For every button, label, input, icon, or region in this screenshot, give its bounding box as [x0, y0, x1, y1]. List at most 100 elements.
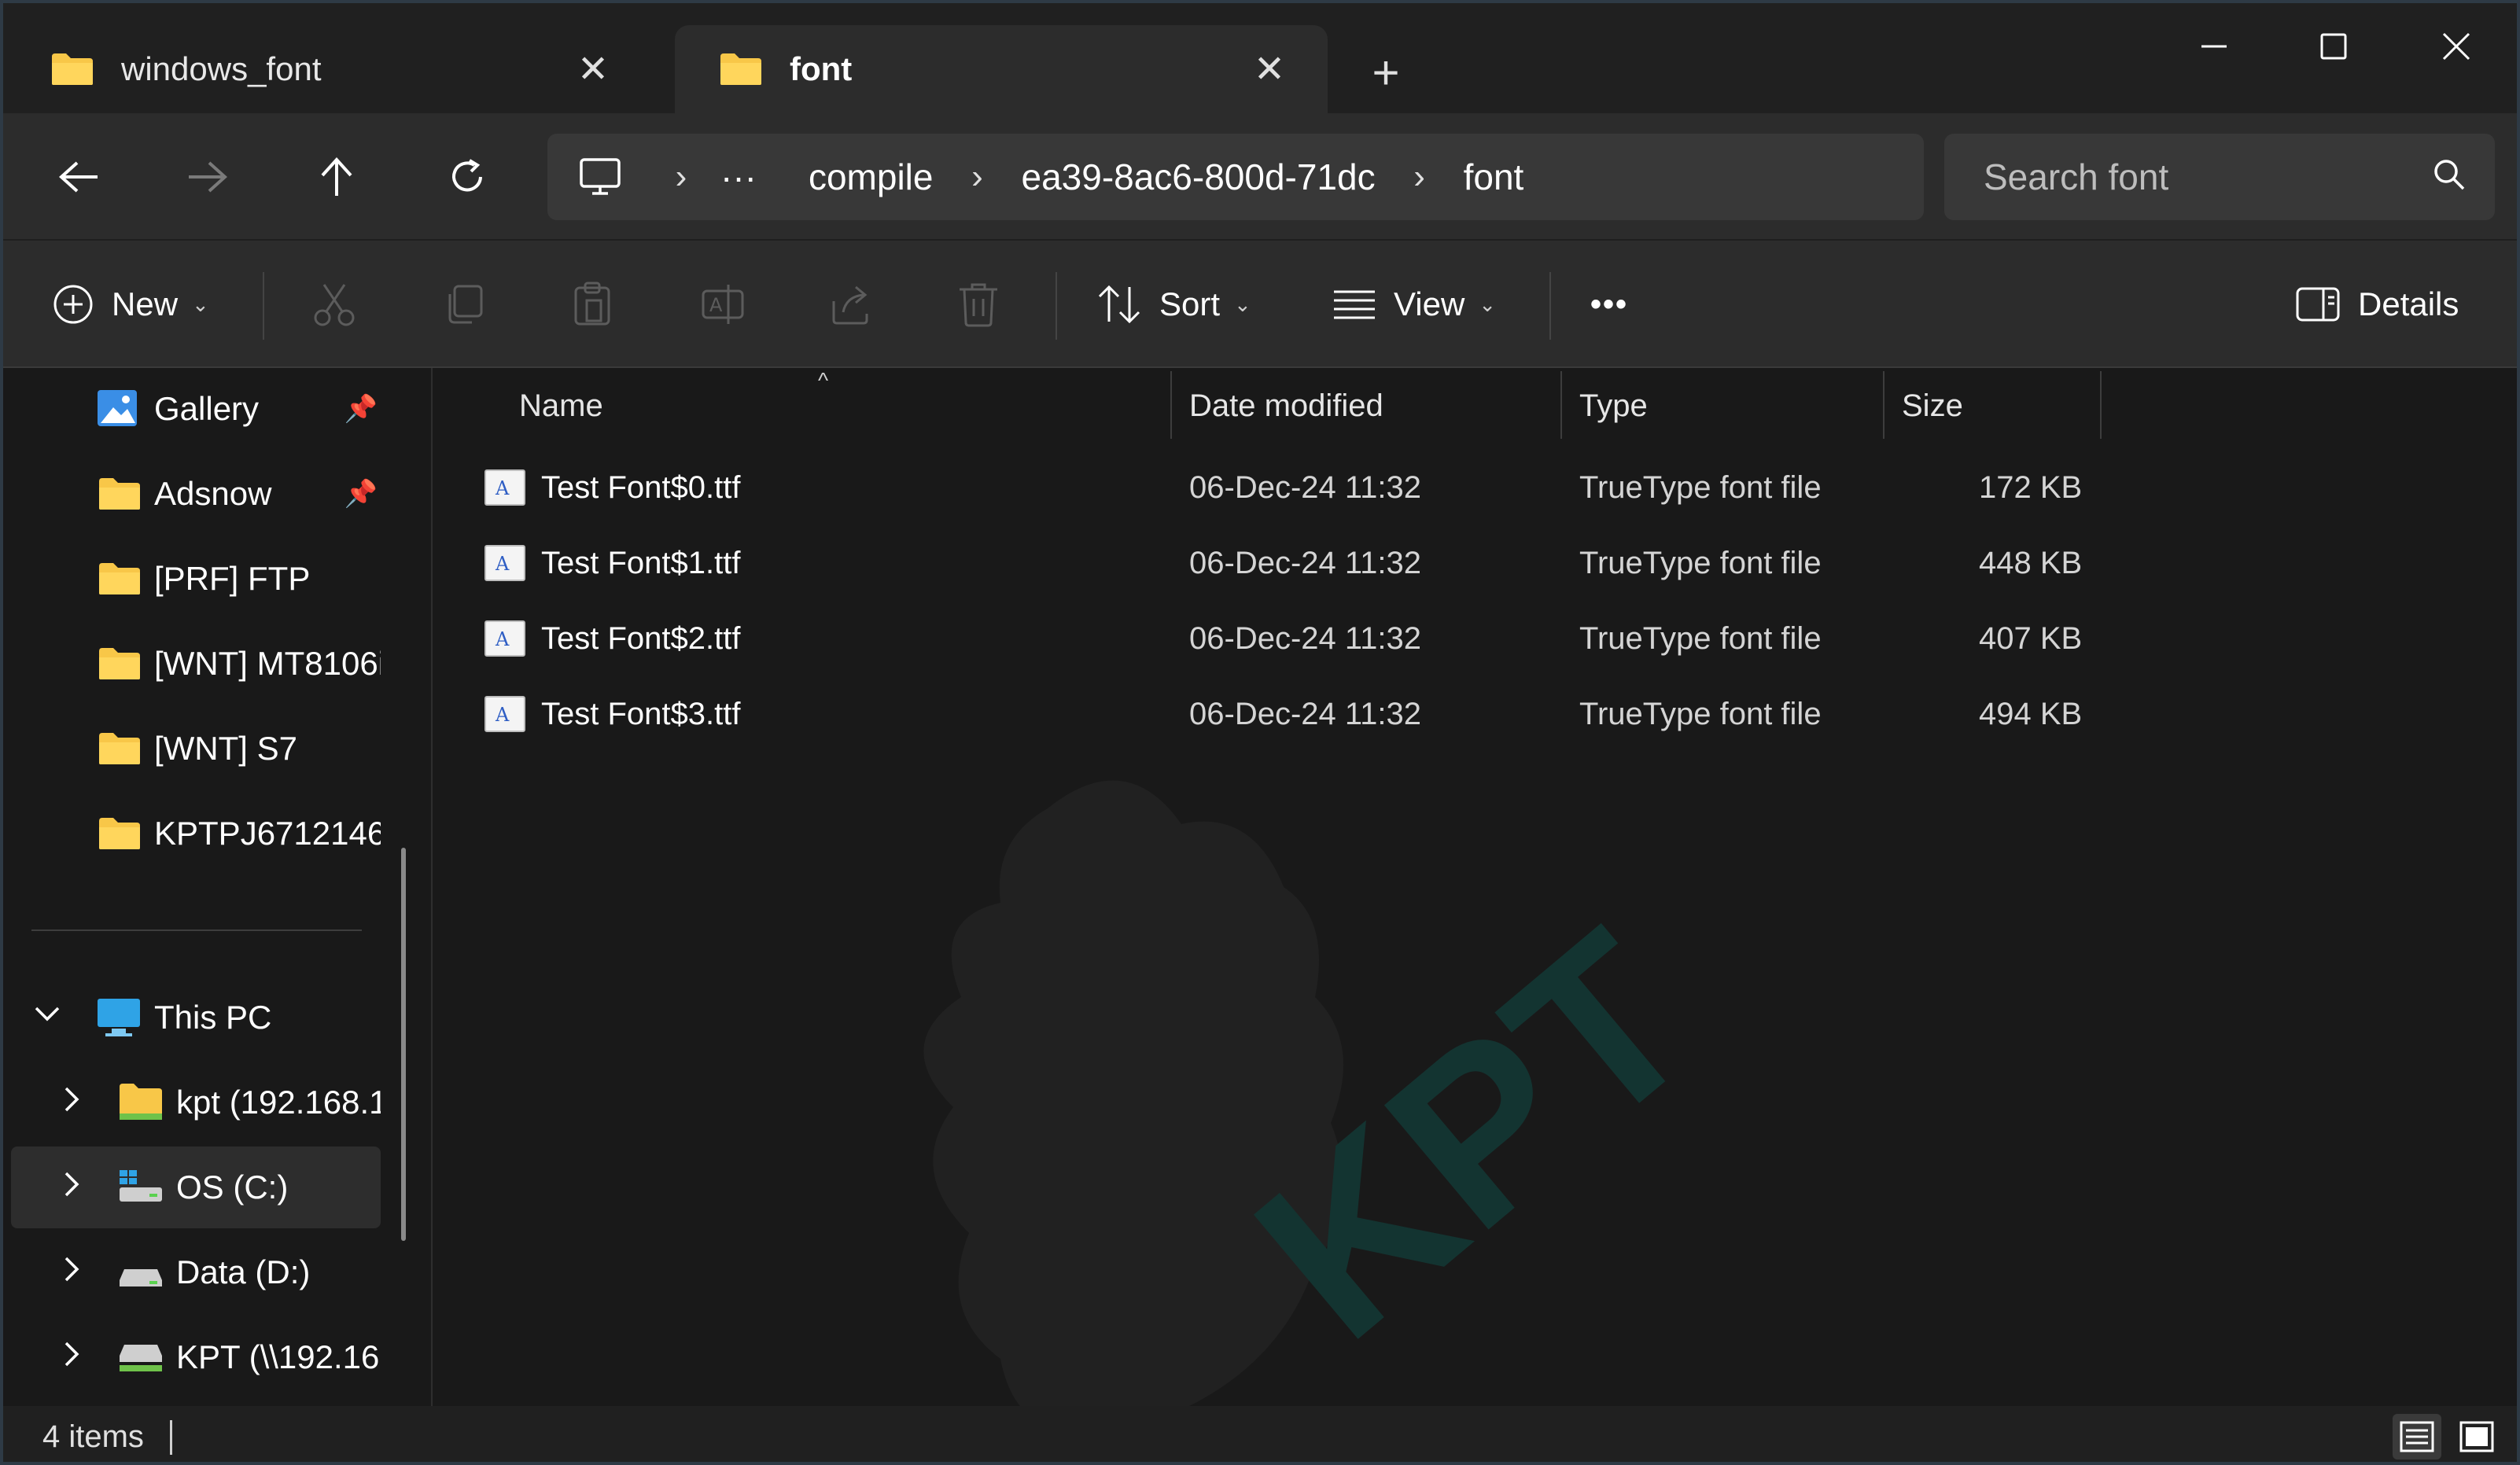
- cut-button[interactable]: [313, 269, 356, 340]
- close-tab-icon[interactable]: ✕: [562, 38, 624, 101]
- address-bar[interactable]: › ··· compile › ea39-8ac6-800d-71dc › fo…: [547, 134, 1924, 220]
- file-name: Test Font$0.ttf: [541, 469, 741, 505]
- copy-button[interactable]: [442, 269, 484, 340]
- search-input[interactable]: Search font: [1984, 156, 2168, 198]
- folder-icon: [98, 561, 142, 604]
- file-type: TrueType font file: [1579, 696, 1822, 731]
- folder-icon: [98, 646, 142, 689]
- sidebar-item-data-d[interactable]: Data (D:): [11, 1231, 381, 1313]
- chevron-right-icon[interactable]: ›: [1404, 157, 1435, 197]
- pin-icon[interactable]: 📌: [344, 478, 378, 510]
- sidebar-item-wnt-mt8106i[interactable]: [WNT] MT8106i: [11, 623, 381, 705]
- file-name: Test Font$3.ttf: [541, 696, 741, 731]
- search-icon[interactable]: [2432, 157, 2467, 201]
- rename-button[interactable]: A: [700, 269, 746, 340]
- chevron-down-icon[interactable]: [31, 999, 63, 1038]
- file-row[interactable]: Test Font$0.ttf 06-Dec-24 11:32 TrueType…: [469, 451, 2238, 524]
- tab-label: windows_font: [121, 50, 322, 87]
- view-button[interactable]: View ⌄: [1332, 269, 1496, 340]
- file-type: TrueType font file: [1579, 469, 1822, 505]
- divider: [263, 272, 264, 340]
- breadcrumb-folder-id[interactable]: ea39-8ac6-800d-71dc: [1021, 156, 1375, 198]
- paste-button[interactable]: [571, 269, 613, 340]
- trash-icon: [960, 283, 997, 327]
- more-options-button[interactable]: •••: [1590, 269, 1628, 340]
- sidebar-item-label: [WNT] MT8106i: [154, 645, 381, 682]
- minimize-button[interactable]: [2155, 11, 2273, 82]
- chevron-right-icon[interactable]: [57, 1253, 88, 1293]
- file-row[interactable]: Test Font$1.ttf 06-Dec-24 11:32 TrueType…: [469, 527, 2238, 599]
- column-header-size[interactable]: Size: [1902, 373, 1963, 439]
- clipboard-icon: [574, 282, 610, 326]
- close-tab-icon[interactable]: ✕: [1238, 38, 1301, 101]
- list-view-icon: [1334, 290, 1375, 319]
- refresh-button[interactable]: [429, 142, 505, 212]
- column-header-name[interactable]: Name: [519, 373, 603, 439]
- sidebar-item-label: Data (D:): [176, 1253, 311, 1290]
- breadcrumb-font[interactable]: font: [1464, 156, 1524, 198]
- minimize-icon: [2201, 45, 2227, 48]
- file-row[interactable]: Test Font$3.ttf 06-Dec-24 11:32 TrueType…: [469, 678, 2238, 750]
- chevron-right-icon[interactable]: ›: [961, 157, 993, 197]
- chevron-right-icon[interactable]: ›: [665, 157, 697, 197]
- back-button[interactable]: [41, 142, 116, 212]
- forward-button[interactable]: [170, 142, 245, 212]
- watermark-logo: KPT: [923, 780, 1740, 1406]
- sidebar-item-kptpj6712146[interactable]: KPTPJ6712146: [11, 793, 381, 874]
- chevron-right-icon[interactable]: [57, 1084, 88, 1123]
- scissors-icon: [314, 284, 355, 326]
- folder-icon: [50, 52, 94, 87]
- column-header-date[interactable]: Date modified: [1189, 373, 1383, 439]
- column-divider[interactable]: [1560, 371, 1562, 439]
- file-size: 448 KB: [1979, 545, 2083, 580]
- details-view-button[interactable]: [2393, 1414, 2441, 1459]
- more-icon: •••: [1590, 286, 1629, 322]
- pin-icon[interactable]: 📌: [344, 393, 378, 425]
- tab-font[interactable]: font ✕: [675, 25, 1328, 113]
- column-divider[interactable]: [1170, 371, 1172, 439]
- truetype-font-icon: [484, 469, 525, 506]
- new-button[interactable]: New ⌄: [52, 269, 209, 340]
- tab-windows-font[interactable]: windows_font ✕: [6, 25, 651, 113]
- details-pane-button[interactable]: Details: [2295, 269, 2459, 340]
- delete-button[interactable]: [958, 269, 999, 340]
- maximize-button[interactable]: [2275, 11, 2393, 82]
- up-button[interactable]: [299, 142, 374, 212]
- sidebar-item-label: OS (C:): [176, 1169, 289, 1205]
- sort-button[interactable]: Sort ⌄: [1096, 269, 1251, 340]
- share-button[interactable]: [829, 269, 873, 340]
- file-size: 494 KB: [1979, 696, 2083, 731]
- navigation-bar: › ··· compile › ea39-8ac6-800d-71dc › fo…: [3, 113, 2517, 241]
- sidebar-item-kpt-network-folder[interactable]: kpt (192.168.10: [11, 1062, 381, 1143]
- breadcrumb-ellipsis[interactable]: ···: [720, 156, 757, 198]
- column-divider[interactable]: [2100, 371, 2102, 439]
- large-icons-view-button[interactable]: [2452, 1414, 2501, 1459]
- sidebar-item-this-pc[interactable]: This PC: [11, 977, 381, 1058]
- chevron-right-icon[interactable]: [57, 1169, 88, 1208]
- sidebar-item-wnt-s7[interactable]: [WNT] S7: [11, 708, 381, 790]
- close-window-button[interactable]: [2397, 11, 2515, 82]
- computer-icon: [96, 997, 142, 1046]
- column-divider[interactable]: [1883, 371, 1884, 439]
- gallery-icon: [96, 388, 140, 437]
- computer-icon[interactable]: [579, 157, 621, 197]
- command-bar: New ⌄ A Sort ⌄ View ⌄ ••• Details: [3, 241, 2517, 368]
- new-tab-button[interactable]: +: [1348, 41, 1424, 104]
- chevron-right-icon[interactable]: [57, 1338, 88, 1378]
- file-explorer-window: windows_font ✕ font ✕ + › ··· compile › …: [0, 0, 2520, 1465]
- column-header-type[interactable]: Type: [1579, 373, 1648, 439]
- sidebar-item-kpt-network-drive[interactable]: KPT (\\192.168: [11, 1316, 381, 1398]
- sidebar-item-prf-ftp[interactable]: [PRF] FTP: [11, 538, 381, 620]
- copy-icon: [448, 285, 483, 324]
- sidebar-item-adsnow[interactable]: Adsnow 📌: [11, 453, 381, 535]
- folder-icon: [98, 731, 142, 774]
- windows-drive-icon: [118, 1169, 164, 1213]
- search-box[interactable]: Search font: [1944, 134, 2495, 220]
- sidebar-scrollbar[interactable]: [401, 848, 406, 1241]
- sidebar-item-os-c[interactable]: OS (C:): [11, 1147, 381, 1228]
- file-row[interactable]: Test Font$2.ttf 06-Dec-24 11:32 TrueType…: [469, 602, 2238, 675]
- sidebar-item-gallery[interactable]: Gallery 📌: [11, 368, 381, 450]
- sidebar-item-label: KPTPJ6712146: [154, 815, 381, 852]
- file-date: 06-Dec-24 11:32: [1189, 545, 1421, 580]
- breadcrumb-compile[interactable]: compile: [809, 156, 934, 198]
